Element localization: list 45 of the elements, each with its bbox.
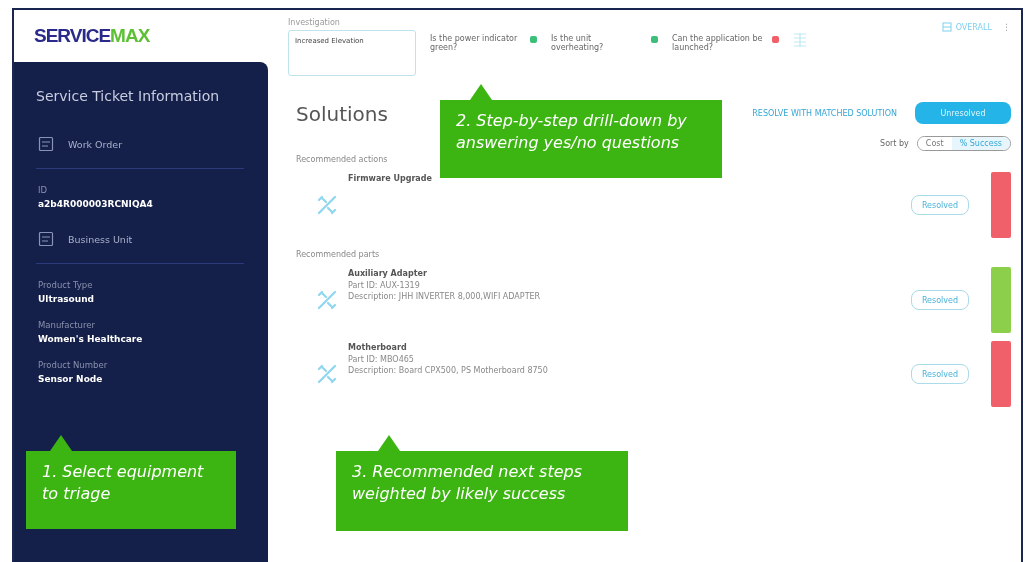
section-title: Solutions — [296, 102, 388, 128]
field-value: Sensor Node — [38, 374, 104, 384]
overall-link[interactable]: OVERALL — [941, 22, 992, 32]
field-label: Product Number — [38, 360, 109, 370]
part-id: Part ID: MBO465 — [348, 355, 415, 364]
pointer-triangle — [470, 84, 492, 100]
sort-option[interactable]: % Success — [951, 137, 1010, 150]
section-heading: Work Order — [68, 138, 123, 150]
callout: 2. Step-by-step drill-down by answering yes/no questions — [440, 100, 722, 178]
question-text: Is the unit overheating? — [551, 34, 605, 52]
pointer-triangle — [378, 435, 400, 451]
sidebar-title: Service Ticket Information — [36, 88, 221, 104]
question-text: Can the application be launched? — [672, 34, 764, 52]
part-description: Description: JHH INVERTER 8,000,WIFI ADAPTER — [348, 292, 542, 301]
item-title: Motherboard — [348, 343, 408, 352]
field-label: Manufacturer — [38, 320, 96, 330]
pointer-triangle — [50, 435, 72, 451]
list-icon — [941, 22, 952, 32]
item-title: Firmware Upgrade — [348, 174, 433, 183]
resolve-link[interactable]: RESOLVE WITH MATCHED SOLUTION — [752, 108, 897, 118]
part-description: Description: Board CPX500, PS Motherboard 8750 — [348, 366, 549, 375]
field-label: Product Type — [38, 280, 94, 290]
document-icon — [38, 136, 54, 152]
resolved-button[interactable]: Resolved — [911, 195, 969, 215]
question-text: Is the power indicator green? — [430, 34, 519, 52]
resolved-button[interactable]: Resolved — [911, 364, 969, 384]
callout: 3. Recommended next steps weighted by likely success — [336, 451, 628, 531]
group-heading: Recommended actions — [296, 155, 388, 164]
part-id: Part ID: AUX-1319 — [348, 281, 421, 290]
section-heading: Business Unit — [68, 233, 133, 245]
field-label: Investigation — [288, 18, 341, 27]
sort-label: Sort by — [880, 139, 909, 148]
more-menu-button[interactable]: ⋮ — [1002, 22, 1011, 32]
field-value: Women's Healthcare — [38, 334, 144, 344]
item-title: Auxiliary Adapter — [348, 269, 428, 278]
logo: SERVICEMAX — [34, 25, 150, 47]
resolved-button[interactable]: Resolved — [911, 290, 969, 310]
field-value: Ultrasound — [38, 294, 95, 304]
unresolved-button[interactable]: Unresolved — [915, 102, 1011, 124]
field-label: ID — [38, 185, 49, 195]
group-heading: Recommended parts — [296, 250, 380, 259]
document-icon — [38, 231, 54, 247]
grid-icon — [793, 32, 807, 48]
callout: 1. Select equipment to triage — [26, 451, 236, 529]
field-value: a2b4R000003RCNIQA4 — [38, 199, 154, 209]
